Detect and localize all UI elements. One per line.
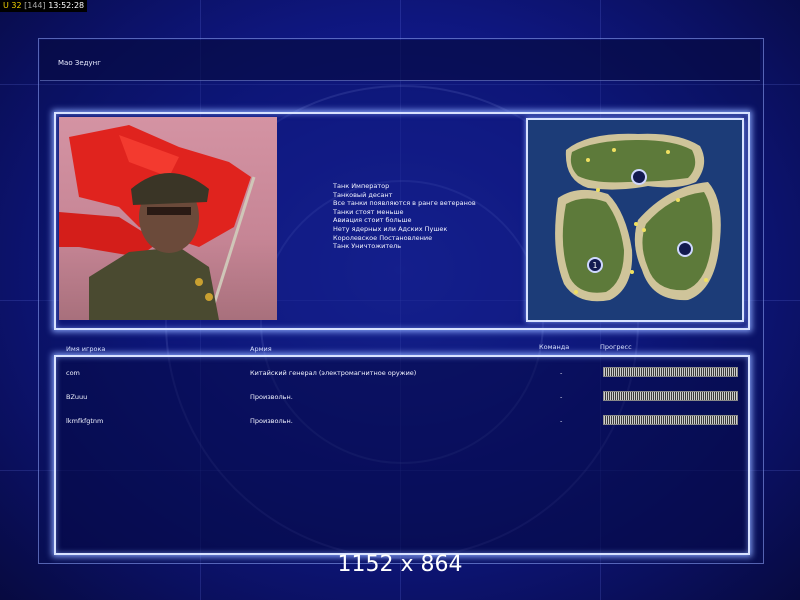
player-name: BZuuu <box>66 393 88 401</box>
status-count: [144] <box>24 1 46 10</box>
player-army: Произвольн. <box>250 393 293 401</box>
progress-bar <box>603 367 738 377</box>
header-army: Армия <box>250 345 272 353</box>
progress-bar <box>603 415 738 425</box>
status-readout: U 32 [144] 13:52:28 <box>0 0 88 12</box>
general-portrait <box>59 117 277 320</box>
player-army: Произвольн. <box>250 417 293 425</box>
player-name: com <box>66 369 80 377</box>
title-bar <box>40 40 760 81</box>
portrait-illustration <box>59 117 277 320</box>
header-progress: Прогресс <box>600 343 632 351</box>
rule-item: Танк Император <box>333 182 390 190</box>
player-army: Китайский генерал (электромагнитное оруж… <box>250 369 417 377</box>
map-preview: 1 <box>526 118 744 322</box>
rule-item: Авиация стоит больше <box>333 216 412 225</box>
rule-item: Королевское Постановление <box>333 233 433 242</box>
progress-bar <box>603 391 738 401</box>
player-name: lkmfkfgtnm <box>66 417 104 425</box>
rule-item: Танки стоят меньше <box>333 207 404 216</box>
rule-item: Танк Уничтожитель <box>333 242 402 251</box>
header-player-name: Имя игрока <box>66 345 106 353</box>
status-units: U 32 <box>3 1 22 10</box>
player-team: - <box>560 369 563 377</box>
rule-item: Танковый десант <box>333 190 393 199</box>
rule-item: Нету ядерных или Адских Пушек <box>333 224 448 233</box>
header-team: Команда <box>539 343 570 351</box>
map-illustration: 1 <box>528 120 742 320</box>
rule-item: Все танки появляются в ранге ветеранов <box>333 199 476 208</box>
start-position-marker <box>631 169 647 185</box>
page-title: Мао Зедунг <box>58 59 101 67</box>
status-time: 13:52:28 <box>48 1 85 10</box>
start-position-label: 1 <box>592 261 597 270</box>
start-position-marker <box>677 241 693 257</box>
player-team: - <box>560 417 563 425</box>
game-rules-list: Танк Император Танковый десант Все танки… <box>333 182 476 251</box>
resolution-label: 1152 x 864 <box>337 552 463 577</box>
players-panel <box>54 355 750 555</box>
player-team: - <box>560 393 563 401</box>
